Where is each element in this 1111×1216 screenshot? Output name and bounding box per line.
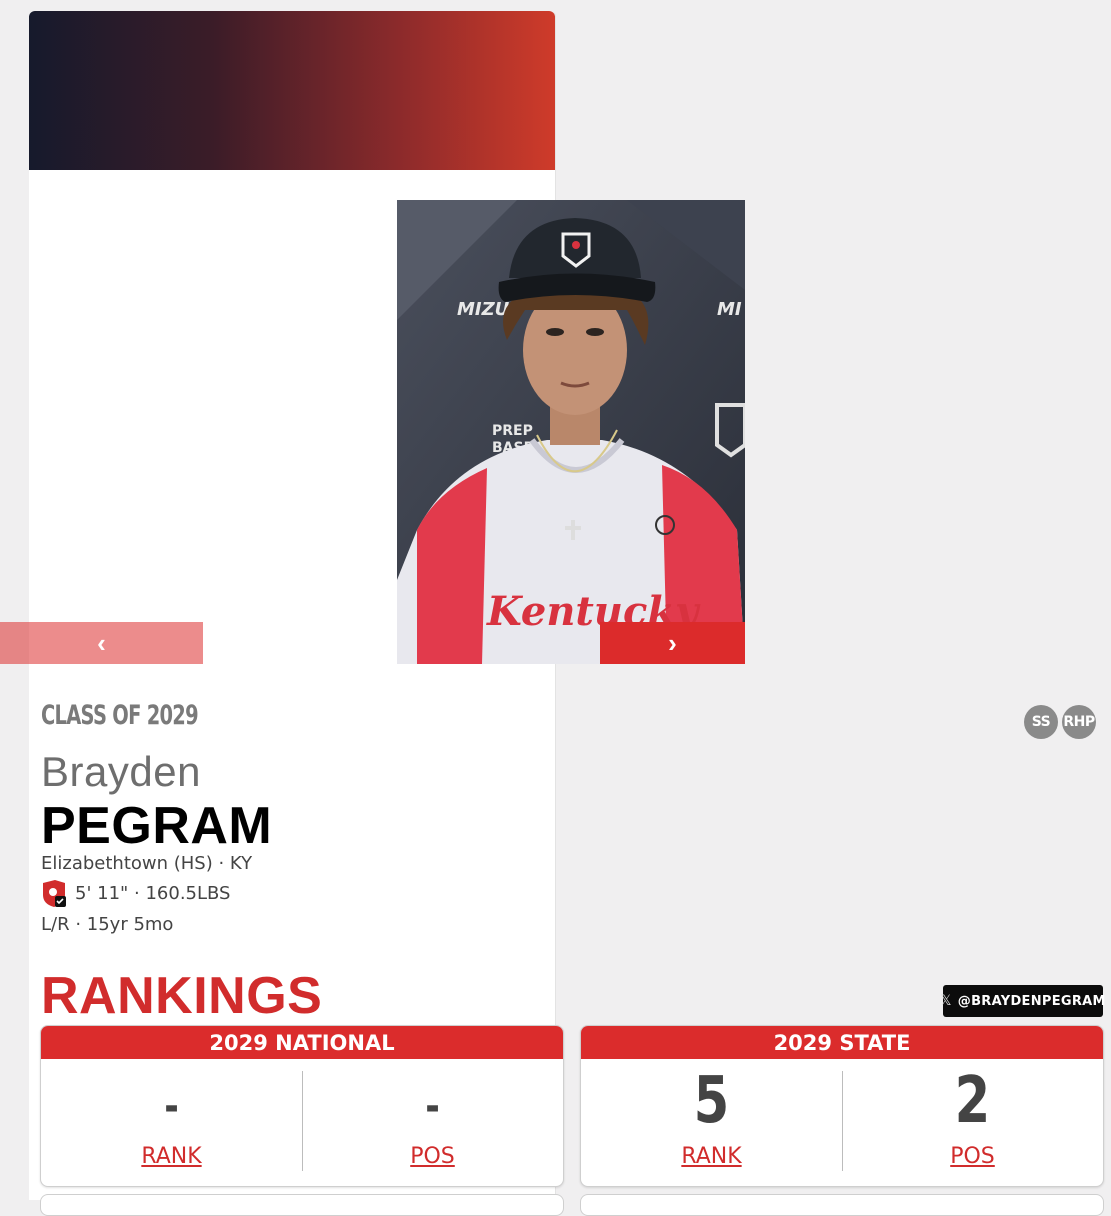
national-ranking-box: 2029 NATIONAL - RANK - POS bbox=[40, 1025, 564, 1187]
svg-text:PREP: PREP bbox=[492, 423, 533, 439]
position-badge-rhp: RHP bbox=[1062, 705, 1096, 739]
position-badges: SS RHP bbox=[1024, 705, 1096, 739]
svg-text:MI: MI bbox=[717, 299, 742, 320]
photo-prev-button[interactable]: ‹ bbox=[0, 622, 203, 664]
player-first-name: Brayden bbox=[41, 748, 201, 795]
profile-banner bbox=[29, 11, 555, 170]
player-last-name: PEGRAM bbox=[41, 797, 273, 855]
x-logo-icon: 𝕏 bbox=[940, 993, 952, 1009]
player-photo[interactable]: MIZU MI PREP BASE Kentucky bbox=[397, 200, 745, 664]
twitter-handle: @BRAYDENPEGRAM bbox=[957, 993, 1106, 1009]
state-rank-link[interactable]: RANK bbox=[581, 1144, 842, 1169]
verified-badge-icon bbox=[43, 880, 66, 907]
rankings-title: RANKINGS bbox=[41, 967, 323, 1025]
chevron-left-icon: ‹ bbox=[97, 627, 106, 658]
school-line: Elizabethtown (HS) · KY bbox=[41, 853, 253, 874]
state-ranking-header: 2029 STATE bbox=[581, 1026, 1103, 1059]
national-rank-value: - bbox=[164, 1081, 179, 1132]
national-pos-value: - bbox=[425, 1081, 440, 1132]
bats-age-line: L/R · 15yr 5mo bbox=[41, 914, 174, 935]
twitter-link[interactable]: 𝕏 @BRAYDENPEGRAM bbox=[940, 985, 1106, 1017]
class-of-label: CLASS OF 2029 bbox=[41, 700, 199, 731]
state-pos-value: 2 bbox=[954, 1064, 991, 1138]
photo-next-button[interactable]: › bbox=[600, 622, 745, 664]
state-rank-value: 5 bbox=[693, 1064, 730, 1138]
national-ranking-header: 2029 NATIONAL bbox=[41, 1026, 563, 1059]
svg-text:MIZU: MIZU bbox=[457, 299, 510, 320]
national-pos-link[interactable]: POS bbox=[302, 1144, 563, 1169]
state-ranking-box: 2029 STATE 5 RANK 2 POS bbox=[580, 1025, 1104, 1187]
next-section-box bbox=[580, 1194, 1104, 1216]
state-pos-link[interactable]: POS bbox=[842, 1144, 1103, 1169]
chevron-right-icon: › bbox=[668, 627, 677, 658]
size-line: 5' 11" · 160.5LBS bbox=[75, 883, 231, 904]
position-badge-ss: SS bbox=[1024, 705, 1058, 739]
national-rank-link[interactable]: RANK bbox=[41, 1144, 302, 1169]
next-section-box bbox=[40, 1194, 564, 1216]
player-photo-illustration: MIZU MI PREP BASE Kentucky bbox=[397, 200, 745, 664]
